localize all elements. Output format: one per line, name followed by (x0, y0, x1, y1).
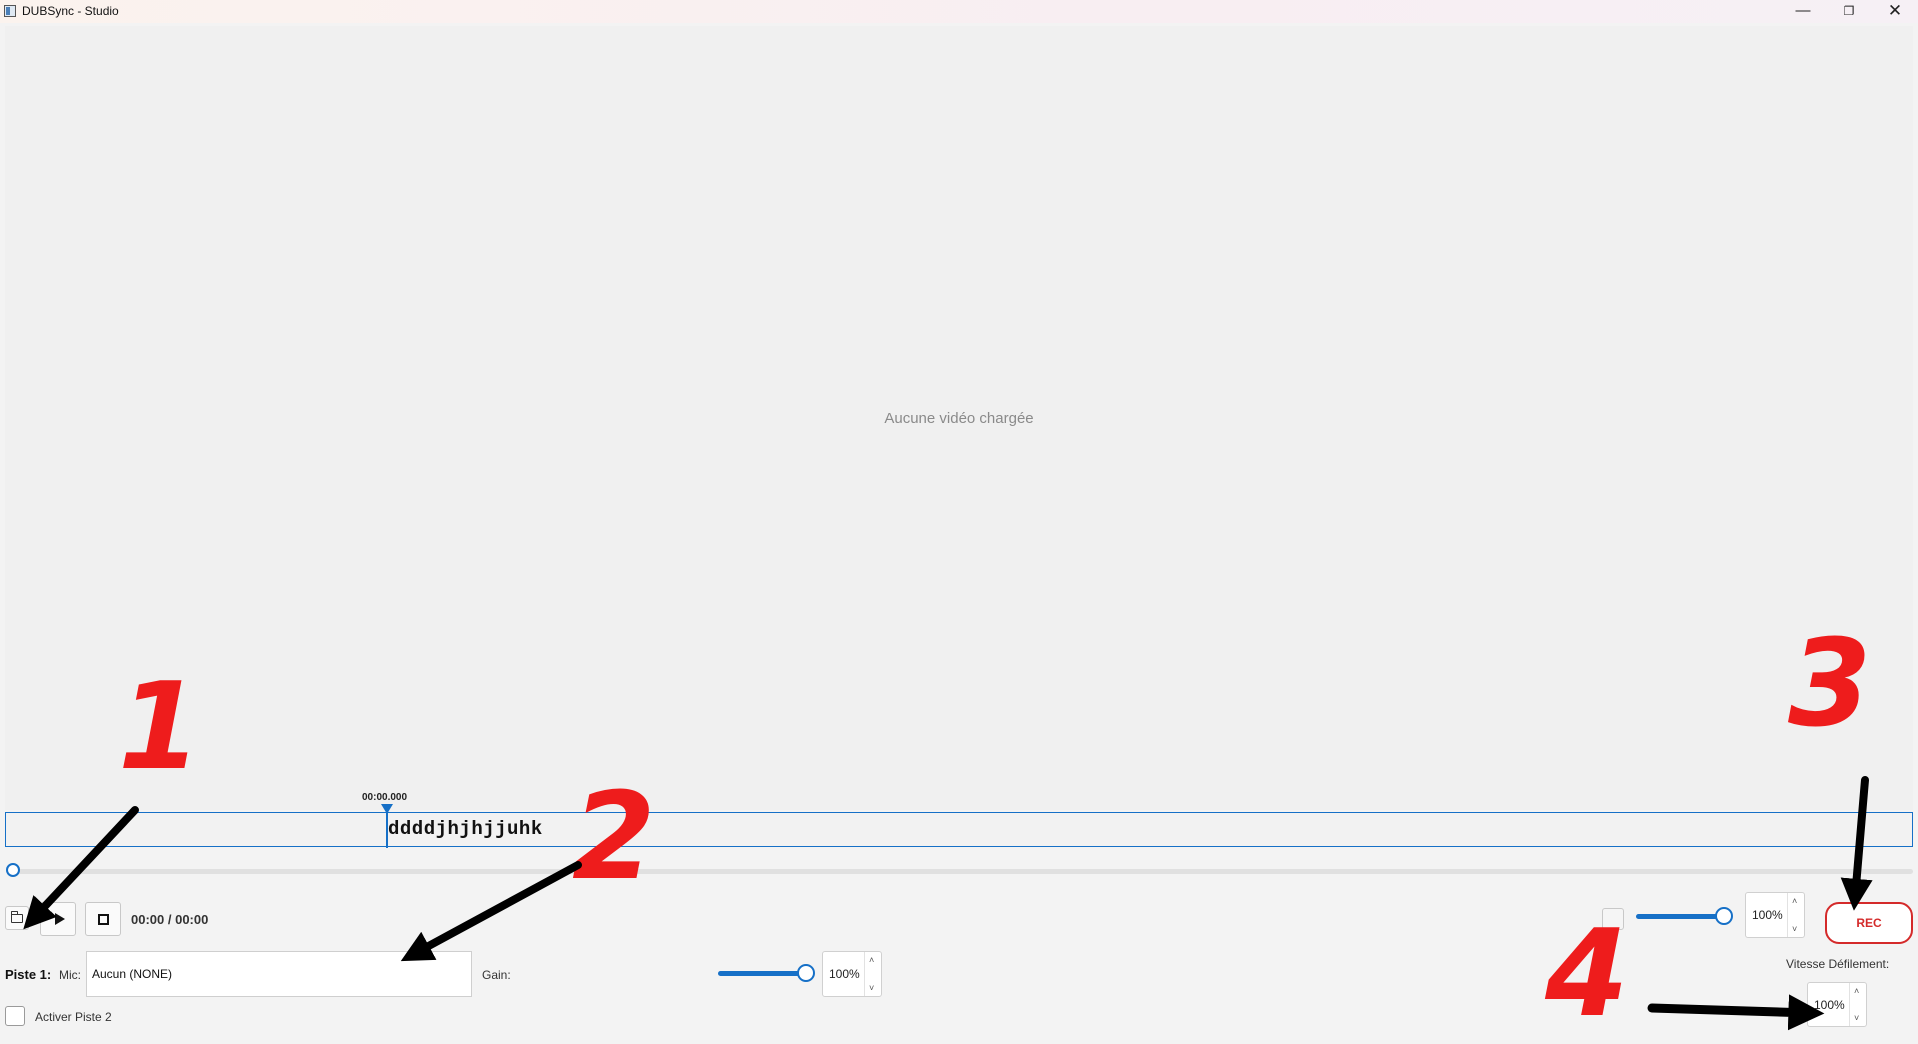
minimize-button[interactable]: — (1780, 0, 1826, 23)
playhead-timecode: 00:00.000 (362, 792, 408, 803)
scroll-speed-spinbox[interactable]: 100% ˄ ˅ (1807, 982, 1867, 1027)
scroll-speed-value: 100% (1814, 997, 1845, 1012)
play-button[interactable] (40, 902, 76, 936)
gain-slider-thumb[interactable] (797, 964, 815, 982)
track1-label: Piste 1: (5, 967, 52, 982)
volume-spinbox[interactable]: 100% ˄ ˅ (1745, 892, 1805, 938)
gain-label: Gain: (482, 968, 511, 982)
spin-up-icon[interactable]: ˄ (1792, 896, 1797, 906)
scroll-speed-label: Vitesse Défilement: (1786, 957, 1890, 971)
playhead-marker-icon[interactable] (381, 804, 393, 814)
video-placeholder: Aucune vidéo chargée (884, 409, 1034, 427)
scroll-spin-arrows[interactable]: ˄ ˅ (1849, 983, 1866, 1026)
mic-label: Mic: (59, 968, 81, 982)
window-title: DUBSync - Studio (22, 4, 119, 18)
annotation-number-4: 4 (1545, 905, 1629, 1044)
gain-value: 100% (829, 967, 860, 981)
volume-slider-thumb[interactable] (1715, 907, 1733, 925)
gain-spinbox[interactable]: 100% ˄ ˅ (822, 951, 882, 997)
spin-down-icon[interactable]: ˅ (1854, 1013, 1859, 1023)
enable-track2-label: Activer Piste 2 (35, 1010, 112, 1024)
gain-spin-arrows[interactable]: ˄ ˅ (864, 952, 881, 996)
mic-field[interactable] (86, 951, 472, 997)
stop-button[interactable] (85, 902, 121, 936)
annotation-number-1: 1 (118, 658, 202, 797)
gain-slider-track[interactable] (718, 971, 806, 976)
rec-button[interactable]: REC (1825, 902, 1913, 944)
subtitle-text[interactable]: ddddjhjhjjuhk (388, 818, 543, 840)
annotation-number-2: 2 (572, 768, 656, 907)
enable-track2-checkbox[interactable] (5, 1006, 25, 1026)
volume-value: 100% (1752, 908, 1783, 922)
volume-spin-arrows[interactable]: ˄ ˅ (1787, 893, 1804, 937)
annotation-arrow-2 (400, 861, 582, 962)
annotation-number-3: 3 (1788, 615, 1872, 754)
play-icon (54, 913, 65, 925)
close-button[interactable]: ✕ (1872, 0, 1918, 23)
spin-down-icon[interactable]: ˅ (869, 983, 874, 993)
spin-up-icon[interactable]: ˄ (1854, 986, 1859, 996)
video-area: Aucune vidéo chargée (5, 26, 1913, 810)
seek-thumb[interactable] (6, 863, 20, 877)
folder-icon (10, 910, 23, 923)
spin-up-icon[interactable]: ˄ (869, 955, 874, 965)
maximize-button[interactable]: ❐ (1826, 0, 1872, 23)
annotation-arrow-4 (1647, 994, 1825, 1031)
app-icon (4, 5, 16, 17)
stop-icon (97, 913, 109, 925)
volume-slider-track[interactable] (1636, 914, 1724, 919)
spin-down-icon[interactable]: ˅ (1792, 924, 1797, 934)
title-bar: DUBSync - Studio — ❐ ✕ (0, 0, 1918, 23)
seek-bar[interactable] (14, 869, 1913, 874)
subtitle-track[interactable] (5, 812, 1913, 847)
open-file-button[interactable] (5, 906, 29, 930)
time-display: 00:00 / 00:00 (131, 912, 209, 927)
